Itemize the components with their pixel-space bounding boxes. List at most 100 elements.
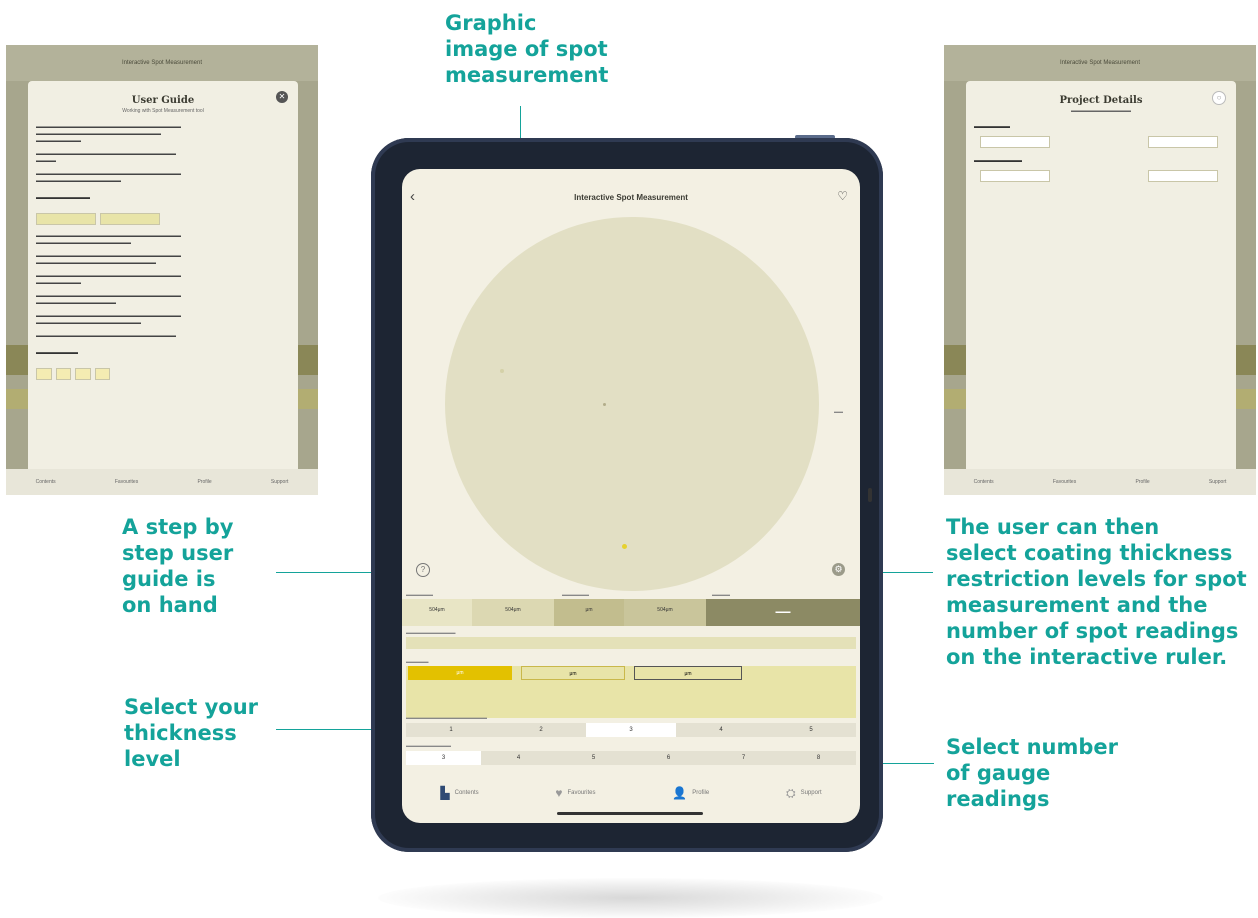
guide-gauge-box [75, 368, 91, 380]
guide-paragraph: ▬▬▬▬▬▬▬▬▬▬▬▬▬▬▬▬▬▬▬▬▬▬▬▬▬▬▬▬▬ ▬▬▬▬▬▬▬▬▬▬▬… [36, 293, 181, 306]
guide-gauge-box [36, 368, 52, 380]
callout-graphic: Graphic image of spot measurement [445, 10, 608, 88]
callout-guide: A step by step user guide is on hand [122, 514, 233, 618]
callout-line: number of spot readings [946, 619, 1239, 643]
callout-line: The user can then [946, 515, 1160, 539]
callout-line: measurement [445, 63, 609, 87]
gauge-value[interactable]: μm [634, 666, 742, 680]
guide-paragraph: ▬▬▬▬▬▬▬▬▬▬▬▬▬▬▬▬▬▬▬▬▬▬▬▬▬▬▬▬▬ ▬▬▬▬▬▬▬▬▬▬▬… [36, 124, 181, 144]
callout-line: image of spot [445, 37, 608, 61]
guide-paragraph: ▬▬▬▬▬▬▬▬▬▬▬▬▬▬▬▬▬▬▬▬▬▬▬▬▬▬▬▬▬ ▬▬▬▬▬▬▬▬▬▬▬… [36, 233, 181, 246]
restriction-max: 504μm [624, 599, 706, 626]
side-tabbar: Contents Favourites Profile Support [944, 469, 1256, 495]
unusual-range-row [406, 637, 856, 649]
callout-line: step user [122, 541, 234, 565]
guide-section-heading: ▬▬▬▬▬▬▬▬▬ [36, 195, 90, 201]
tab-contents[interactable]: ▙ Contents [440, 786, 478, 800]
close-icon[interactable]: ✕ [276, 91, 288, 103]
tab-profile[interactable]: 👤 Profile [672, 786, 709, 800]
spec-max: 504μm [472, 599, 554, 626]
thickness-level-5[interactable]: 5 [766, 723, 856, 737]
tab-profile[interactable]: Profile [197, 479, 211, 485]
low-range-field[interactable] [980, 170, 1050, 182]
spec-label: ▬▬▬▬▬▬ [406, 592, 433, 597]
callout-line: measurement and the [946, 593, 1208, 617]
restriction-min-value: μm [585, 607, 593, 613]
callout-line: thickness [124, 721, 237, 745]
tab-label: Favourites [567, 790, 596, 796]
callout-line: Select your [124, 695, 259, 719]
thickness-level-4[interactable]: 4 [676, 723, 766, 737]
restriction-min: μm [554, 599, 624, 626]
tab-favourites[interactable]: ♥ Favourites [555, 786, 595, 800]
tab-favourites[interactable]: Favourites [1053, 479, 1076, 485]
callout-line: on hand [122, 593, 218, 617]
callout-restriction: The user can then select coating thickne… [946, 514, 1247, 670]
project-details-subtitle: ▬▬▬▬▬▬▬▬▬▬▬▬ [1071, 108, 1131, 114]
side-tabbar: Contents Favourites Profile Support [6, 469, 318, 495]
tab-favourites[interactable]: Favourites [115, 479, 138, 485]
callout-line: level [124, 747, 181, 771]
callout-line: Graphic [445, 11, 537, 35]
guide-section-heading: ▬▬▬▬▬▬▬ [36, 350, 78, 356]
high-range-field[interactable] [1148, 170, 1218, 182]
heart-icon: ♥ [555, 786, 563, 800]
app-title: Interactive Spot Measurement [121, 60, 203, 66]
outcome-label: ▬▬▬▬ [712, 592, 730, 597]
tab-label: Support [800, 790, 822, 796]
project-details-title: Project Details [1059, 95, 1143, 106]
support-icon: ⛭ [785, 785, 796, 800]
user-guide-screenshot: Interactive Spot Measurement ✕ User Guid… [6, 45, 318, 495]
gear-icon[interactable]: ⚙ [832, 563, 845, 576]
thickness-level-selector: 1 2 3 4 5 [406, 723, 856, 737]
gauge-count-label: ▬▬▬▬▬▬▬▬▬▬ [406, 743, 451, 748]
gauge-value[interactable]: μm [408, 666, 512, 680]
user-guide-card: ✕ User Guide Working with Spot Measureme… [28, 81, 298, 476]
book-icon: ▙ [440, 786, 450, 800]
home-indicator [557, 812, 703, 815]
ruler-label: ▬▬ [834, 409, 843, 414]
tab-support[interactable]: Support [271, 479, 289, 485]
user-guide-topbar: Interactive Spot Measurement [6, 45, 318, 81]
tab-contents[interactable]: Contents [974, 479, 994, 485]
tab-label: Profile [692, 790, 710, 796]
reading-point [622, 544, 627, 549]
ipad-reflection [378, 878, 883, 918]
project-details-topbar: Interactive Spot Measurement [944, 45, 1256, 81]
nav-bar: ‹ Interactive Spot Measurement ♡ [402, 184, 860, 210]
guide-paragraph: ▬▬▬▬▬▬▬▬▬▬▬▬▬▬▬▬▬▬▬▬▬▬▬▬▬▬▬▬ [36, 333, 176, 339]
person-icon: 👤 [672, 786, 688, 800]
tab-support[interactable]: ⛭ Support [786, 786, 822, 801]
callout-line: guide is [122, 567, 216, 591]
thickness-level-2[interactable]: 2 [496, 723, 586, 737]
heart-icon[interactable]: ♡ [837, 189, 848, 203]
ipad-screen: ‹ Interactive Spot Measurement ♡ ▬▬ ? ⚙ … [402, 169, 860, 823]
spot-measurement-circle[interactable] [445, 217, 819, 591]
outcome-badge: ▬▬▬ [706, 599, 860, 626]
tab-support[interactable]: Support [1209, 479, 1227, 485]
spec-min-value: 504μm [429, 607, 445, 613]
callout-thickness: Select your thickness level [124, 694, 258, 772]
spec-min: 504μm [402, 599, 472, 626]
close-icon[interactable]: ○ [1212, 91, 1226, 105]
tab-contents[interactable]: Contents [36, 479, 56, 485]
page-title: Interactive Spot Measurement [574, 193, 688, 202]
project-spec-heading: ▬▬▬▬▬▬ [974, 124, 1010, 130]
gauge-value[interactable]: μm [521, 666, 625, 680]
callout-gauge: Select number of gauge readings [946, 734, 1118, 812]
callout-line: restriction levels for spot [946, 567, 1247, 591]
callout-line: on the interactive ruler. [946, 645, 1228, 669]
guide-paragraph: ▬▬▬▬▬▬▬▬▬▬▬▬▬▬▬▬▬▬▬▬▬▬▬▬▬▬▬▬ ▬▬▬▬ [36, 151, 176, 164]
thickness-level-3[interactable]: 3 [586, 723, 676, 737]
thickness-level-label: ▬▬▬▬▬▬▬▬▬▬▬▬▬▬▬▬▬▬ [406, 715, 487, 720]
guide-paragraph: ▬▬▬▬▬▬▬▬▬▬▬▬▬▬▬▬▬▬▬▬▬▬▬▬▬▬▬▬▬ ▬▬▬▬▬▬▬▬▬ [36, 273, 181, 286]
gauge-readings-row: μm μm μm [406, 666, 856, 718]
thickness-level-1[interactable]: 1 [406, 723, 496, 737]
reading-point [500, 369, 504, 373]
help-icon[interactable]: ? [416, 563, 430, 577]
tab-profile[interactable]: Profile [1135, 479, 1149, 485]
project-details-screenshot: Interactive Spot Measurement ○ Project D… [944, 45, 1256, 495]
min-thickness-field[interactable] [980, 136, 1050, 148]
callout-line: of gauge [946, 761, 1051, 785]
max-thickness-field[interactable] [1148, 136, 1218, 148]
